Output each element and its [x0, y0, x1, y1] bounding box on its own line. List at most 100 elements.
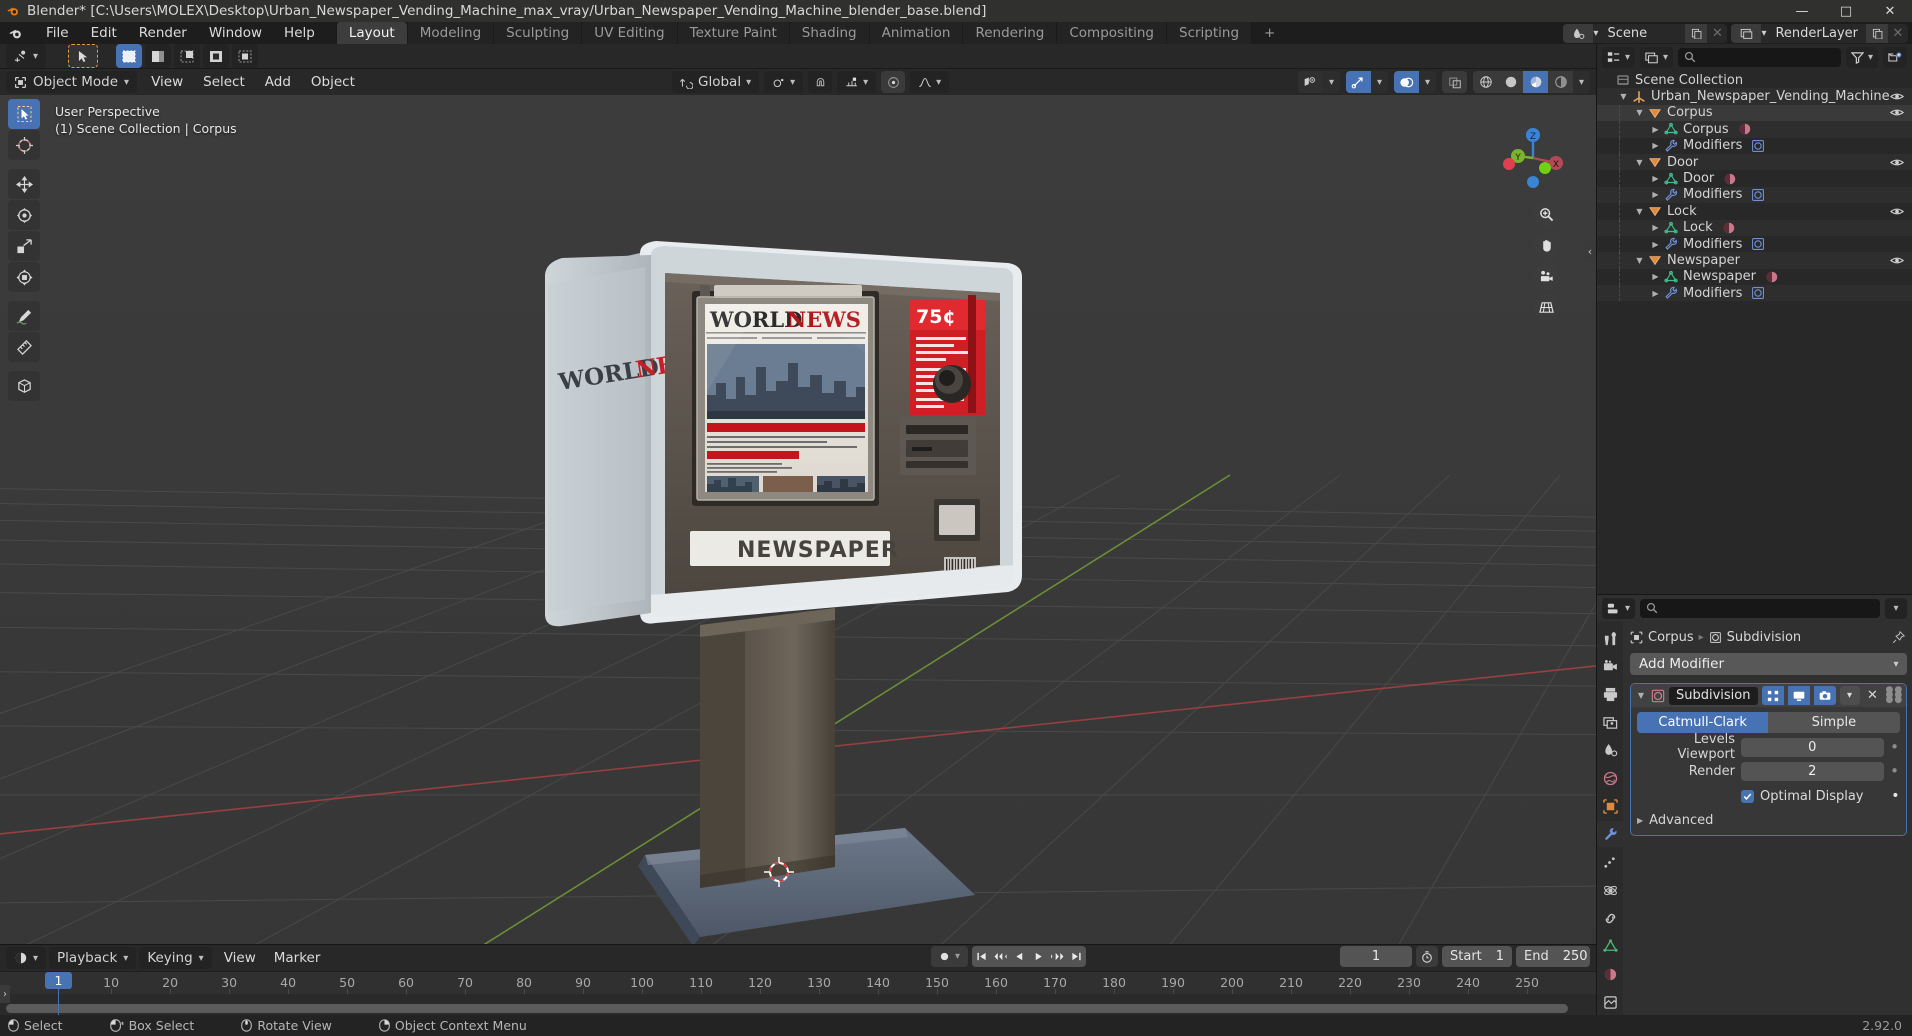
material-icon[interactable]: [1765, 270, 1779, 284]
overlays-dropdown[interactable]: ▾: [1419, 71, 1436, 93]
properties-tab-strip[interactable]: [1597, 621, 1623, 1015]
modifier-icon[interactable]: [1751, 286, 1765, 300]
outliner-row-lock[interactable]: ▼ Lock: [1597, 203, 1912, 220]
window-controls[interactable]: — □ ✕: [1780, 0, 1912, 22]
camera-view-icon[interactable]: [1533, 263, 1560, 290]
menu-edit[interactable]: Edit: [80, 22, 128, 44]
add-modifier-button[interactable]: Add Modifier ▾: [1630, 653, 1907, 675]
render-levels-value[interactable]: 2: [1741, 761, 1884, 781]
pan-hand-icon[interactable]: [1533, 232, 1560, 259]
levels-viewport-animate-dot[interactable]: •: [1890, 738, 1900, 756]
gizmo-group[interactable]: ▾: [1346, 71, 1388, 93]
outliner-row-newspaper[interactable]: ▶ Newspaper: [1597, 268, 1912, 286]
tab-view-layer[interactable]: [1597, 709, 1623, 735]
shading-mode-group[interactable]: ▾: [1473, 71, 1590, 93]
workspace-tab-uv-editing[interactable]: UV Editing: [581, 22, 677, 44]
advanced-section[interactable]: ▶ Advanced: [1637, 813, 1900, 828]
outliner-row-modifiers[interactable]: ▶ Modifiers: [1597, 137, 1912, 154]
new-viewlayer-button[interactable]: [1866, 23, 1888, 43]
simple-button[interactable]: Simple: [1768, 712, 1900, 733]
properties-editor-type-selector[interactable]: ▾: [1602, 597, 1636, 619]
tab-tool[interactable]: [1597, 625, 1623, 651]
outliner-expand-triangle[interactable]: ▶: [1649, 240, 1662, 249]
jump-to-start-button[interactable]: [972, 946, 991, 967]
new-scene-button[interactable]: [1685, 23, 1708, 43]
outliner-row-door[interactable]: ▼ Door: [1597, 153, 1912, 171]
outliner-row-modifiers[interactable]: ▶ Modifiers: [1597, 235, 1912, 253]
menu-render[interactable]: Render: [128, 22, 198, 44]
tab-material[interactable]: [1597, 961, 1623, 987]
timeline-track-area[interactable]: [0, 994, 1596, 1015]
outliner-expand-triangle[interactable]: ▼: [1633, 207, 1646, 216]
xray-group[interactable]: [1442, 71, 1467, 93]
play-reverse-button[interactable]: [1010, 946, 1029, 967]
tab-particles[interactable]: [1597, 849, 1623, 875]
view3d-menu-select[interactable]: Select: [193, 74, 255, 90]
tab-object[interactable]: [1597, 793, 1623, 819]
outliner-search-input[interactable]: [1678, 47, 1841, 67]
tool-scale-button[interactable]: [8, 231, 40, 261]
timeline-channels-expand-arrow[interactable]: ›: [0, 985, 10, 1003]
outliner-row-newspaper[interactable]: ▼ Newspaper: [1597, 252, 1912, 269]
modifier-show-in-viewport-button[interactable]: [1787, 686, 1810, 705]
outliner-expand-triangle[interactable]: ▶: [1649, 289, 1662, 298]
outliner-expand-triangle[interactable]: ▶: [1649, 174, 1662, 183]
keying-menu[interactable]: Keying ▾: [139, 947, 212, 969]
scene-viewlayer-selectors[interactable]: ▾ Scene ✕ ▾ RenderLayer ✕: [1563, 22, 1908, 44]
timeline-menu-marker[interactable]: Marker: [265, 950, 330, 966]
workspace-tab-shading[interactable]: Shading: [788, 22, 869, 44]
navigation-gizmo[interactable]: Z X Y: [1498, 123, 1568, 193]
tab-render[interactable]: [1597, 653, 1623, 679]
properties-search-input[interactable]: [1640, 598, 1880, 618]
modifier-drag-handle[interactable]: ●● ●● ●●: [1886, 686, 1903, 705]
snap-magnet-button[interactable]: [808, 71, 833, 93]
workspace-tab-rendering[interactable]: Rendering: [962, 22, 1057, 44]
outliner-filter-button[interactable]: ▾: [1845, 46, 1878, 68]
outliner-new-collection-button[interactable]: [1883, 46, 1907, 68]
menu-file[interactable]: File: [35, 22, 80, 44]
tab-data[interactable]: [1597, 933, 1623, 959]
outliner-expand-triangle[interactable]: ▶: [1649, 223, 1662, 232]
material-icon[interactable]: [1722, 221, 1736, 235]
visibility-eye-icon[interactable]: [1890, 107, 1904, 118]
select-mode-buttons[interactable]: [116, 44, 259, 68]
pivot-point-selector[interactable]: ▾: [764, 71, 804, 93]
current-frame-field[interactable]: 1: [1340, 946, 1412, 967]
playback-buttons[interactable]: [972, 946, 1086, 967]
workspace-tab-sculpting[interactable]: Sculpting: [493, 22, 582, 44]
tab-world[interactable]: [1597, 765, 1623, 791]
tab-physics[interactable]: [1597, 877, 1623, 903]
subdivision-type-toggle[interactable]: Catmull-Clark Simple: [1637, 712, 1900, 733]
view3d-menu-view[interactable]: View: [141, 74, 193, 90]
viewport-toolbar[interactable]: [8, 99, 40, 401]
remove-viewlayer-button[interactable]: ✕: [1888, 24, 1908, 43]
modifier-icon[interactable]: [1751, 188, 1765, 202]
outliner-row-corpus[interactable]: ▼ Corpus: [1597, 104, 1912, 122]
scene-datablock[interactable]: ▾ Scene ✕: [1563, 23, 1728, 43]
wireframe-shading-icon[interactable]: [1473, 71, 1498, 93]
scene-icon[interactable]: [1563, 23, 1594, 43]
timeline-playhead[interactable]: 1: [45, 972, 72, 1016]
outliner-expand-triangle[interactable]: ▼: [1617, 92, 1630, 101]
frame-start-field[interactable]: Start 1: [1442, 946, 1512, 967]
sidebar-expand-arrow[interactable]: ‹: [1584, 240, 1596, 262]
workspace-tab-modeling[interactable]: Modeling: [406, 22, 494, 44]
active-tool-icon[interactable]: ▾: [6, 44, 47, 68]
overlays-group[interactable]: ▾: [1394, 71, 1436, 93]
overlays-toggle-icon[interactable]: [1394, 71, 1419, 93]
render-levels-animate-dot[interactable]: •: [1890, 762, 1900, 780]
view3d-menu-object[interactable]: Object: [301, 74, 365, 90]
viewlayer-datablock[interactable]: ▾ RenderLayer ✕: [1731, 23, 1908, 43]
auto-key-timer-icon[interactable]: [1416, 946, 1438, 967]
transform-controls[interactable]: Global ▾ ▾ ▾ ▾: [672, 71, 950, 93]
breadcrumb-modifier-label[interactable]: Subdivision: [1727, 630, 1802, 645]
toggle-perspective-icon[interactable]: [1533, 294, 1560, 321]
tab-scene[interactable]: [1597, 737, 1623, 763]
proportional-editing-button[interactable]: [881, 71, 906, 93]
viewlayer-icon[interactable]: [1731, 23, 1762, 43]
timeline-playback-controls[interactable]: ▾ 1 Start 1 End 250: [930, 946, 1590, 967]
material-icon[interactable]: [1723, 172, 1737, 186]
pin-icon[interactable]: [1892, 630, 1905, 644]
jump-to-next-keyframe-button[interactable]: [1048, 946, 1067, 967]
viewlayer-name[interactable]: RenderLayer: [1769, 26, 1866, 41]
